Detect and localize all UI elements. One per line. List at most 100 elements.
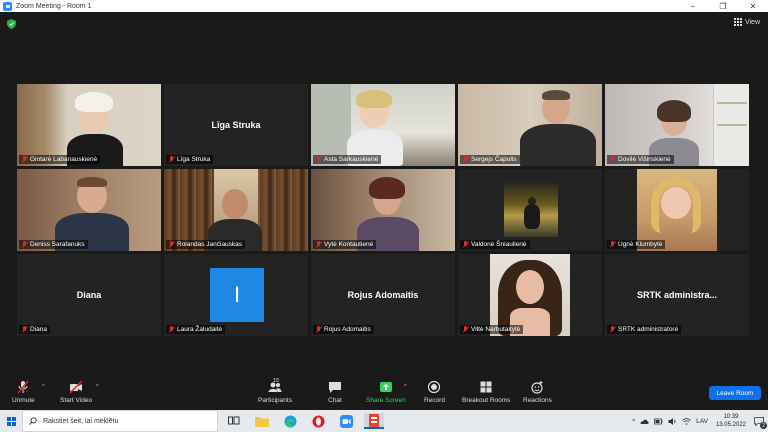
participant-nameplate: Sergejs Čapulis <box>460 155 520 164</box>
battery-icon[interactable] <box>654 417 663 426</box>
mic-muted-icon <box>21 326 28 333</box>
app-icon <box>369 413 379 427</box>
task-view-button[interactable] <box>226 413 242 429</box>
edge-browser-icon <box>284 415 296 427</box>
participant-tile-active-speaker[interactable]: Dovilė Višinskienė <box>605 84 749 166</box>
zoom-app[interactable] <box>338 413 354 429</box>
restore-button[interactable]: ❐ <box>708 2 738 11</box>
mic-muted-icon <box>462 241 469 248</box>
avatar-letter: I <box>233 282 241 307</box>
participant-avatar: I <box>210 268 264 322</box>
file-explorer-app[interactable] <box>254 413 270 429</box>
video-off-icon <box>69 380 83 394</box>
mic-muted-icon <box>609 326 616 333</box>
participant-nameplate: Viltė Narbutaitytė <box>460 325 524 334</box>
mic-muted-icon <box>168 241 175 248</box>
participants-button[interactable]: 15 Participants <box>258 378 292 404</box>
participant-display-name: Rojus Adomaitis <box>347 290 419 300</box>
task-view-icon <box>228 416 240 425</box>
clock-date: 13.05.2022 <box>715 422 746 428</box>
microphone-muted-icon <box>17 380 29 394</box>
window-title: Zoom Meeting - Room 1 <box>16 2 92 10</box>
participant-nameplate: Dovilė Višinskienė <box>607 155 674 164</box>
share-screen-button[interactable]: Share Screen <box>366 380 406 404</box>
search-placeholder: Rakstiet šeit, lai meklētu <box>43 417 119 425</box>
taskbar-search[interactable]: Rakstiet šeit, lai meklētu <box>22 410 218 432</box>
participant-tile[interactable]: SRTK administra... SRTK administratorė <box>605 254 749 336</box>
zoom-icon <box>339 414 353 428</box>
shield-icon[interactable] <box>7 19 16 29</box>
participant-tile[interactable]: Deniss Sarafanuks <box>17 169 161 251</box>
mic-muted-icon <box>609 156 616 163</box>
participant-nameplate: Valdonė Šniaulienė <box>460 240 530 249</box>
participant-nameplate: Ugnė Klumbytė <box>607 240 666 249</box>
show-hidden-icons-caret-icon[interactable]: ^ <box>632 418 635 425</box>
participant-nameplate: Līga Struka <box>166 155 214 164</box>
windows-logo-icon <box>6 416 16 426</box>
share-options-caret-icon[interactable]: ^ <box>404 384 407 390</box>
participant-tile[interactable]: Rolandas Jančiauskas <box>164 169 308 251</box>
grid-view-icon <box>733 18 742 26</box>
chat-button[interactable]: Chat <box>328 380 342 404</box>
participant-nameplate: Laura Žaludaitė <box>166 325 226 334</box>
participant-tile[interactable]: Viltė Narbutaitytė <box>458 254 602 336</box>
participant-tile[interactable]: Līga Struka Līga Struka <box>164 84 308 166</box>
mic-muted-icon <box>315 241 322 248</box>
windows-taskbar: Rakstiet šeit, lai meklētu ^ LAV 10:39 1… <box>0 410 768 432</box>
record-button[interactable]: Record <box>424 380 445 404</box>
mic-muted-icon <box>462 156 469 163</box>
start-video-button[interactable]: Start Video <box>60 380 92 404</box>
meeting-toolbar: Unmute ^ Start Video ^ 15 Participants C… <box>0 378 768 410</box>
record-icon <box>428 380 441 394</box>
start-button[interactable] <box>0 410 22 432</box>
video-options-caret-icon[interactable]: ^ <box>96 384 99 390</box>
participant-tile[interactable]: Vytė Kontautienė <box>311 169 455 251</box>
folder-icon <box>255 416 269 427</box>
participant-tile[interactable]: I Laura Žaludaitė <box>164 254 308 336</box>
notifications-button[interactable]: 2 <box>750 410 768 432</box>
view-button[interactable]: View <box>733 18 760 26</box>
meeting-info-bar: View <box>0 12 768 34</box>
unmute-button[interactable]: Unmute <box>12 380 35 404</box>
participant-display-name: SRTK administra... <box>636 290 717 300</box>
window-controls: – ❐ ✕ <box>678 2 768 11</box>
meeting-app-active[interactable] <box>364 413 384 429</box>
participant-tile[interactable]: Diana Diana <box>17 254 161 336</box>
participant-tile[interactable]: Sergejs Čapulis <box>458 84 602 166</box>
wifi-icon[interactable] <box>682 417 691 426</box>
breakout-rooms-icon <box>480 381 492 393</box>
participant-tile[interactable]: Rojus Adomaitis Rojus Adomaitis <box>311 254 455 336</box>
participant-nameplate: Diana <box>19 325 50 334</box>
participant-tile[interactable]: Asta Sarkauskienė <box>311 84 455 166</box>
unmute-options-caret-icon[interactable]: ^ <box>42 384 45 390</box>
reactions-icon <box>531 381 544 394</box>
input-language[interactable]: LAV <box>696 418 708 425</box>
participant-tile[interactable]: Valdonė Šniaulienė <box>458 169 602 251</box>
edge-browser-app[interactable] <box>282 413 298 429</box>
leave-room-button[interactable]: Leave Room <box>709 386 761 400</box>
onedrive-icon[interactable] <box>640 417 649 426</box>
mic-muted-icon <box>462 326 469 333</box>
participant-nameplate: Rojus Adomaitis <box>313 325 374 334</box>
clock[interactable]: 10:39 13.05.2022 <box>716 413 746 429</box>
volume-icon[interactable] <box>668 417 677 426</box>
chat-icon <box>329 382 341 393</box>
mic-muted-icon <box>168 156 175 163</box>
gallery-view: Gintarė Labanauskienė Līga Struka Līga S… <box>17 84 753 338</box>
participant-tile[interactable]: Ugnė Klumbytė <box>605 169 749 251</box>
breakout-rooms-button[interactable]: Breakout Rooms <box>462 380 510 404</box>
participant-nameplate: Vytė Kontautienė <box>313 240 377 249</box>
title-bar: Zoom Meeting - Room 1 – ❐ ✕ <box>0 0 768 12</box>
participant-nameplate: Asta Sarkauskienė <box>313 155 382 164</box>
close-button[interactable]: ✕ <box>738 2 768 11</box>
mic-muted-icon <box>609 241 616 248</box>
participant-tile[interactable]: Gintarė Labanauskienė <box>17 84 161 166</box>
mic-muted-icon <box>315 156 322 163</box>
share-screen-icon <box>379 382 392 392</box>
mic-muted-icon <box>168 326 175 333</box>
reactions-button[interactable]: Reactions <box>523 380 552 404</box>
notification-count: 2 <box>760 422 767 429</box>
opera-browser-app[interactable] <box>310 413 326 429</box>
participant-display-name: Līga Struka <box>211 120 261 130</box>
minimize-button[interactable]: – <box>678 2 708 11</box>
